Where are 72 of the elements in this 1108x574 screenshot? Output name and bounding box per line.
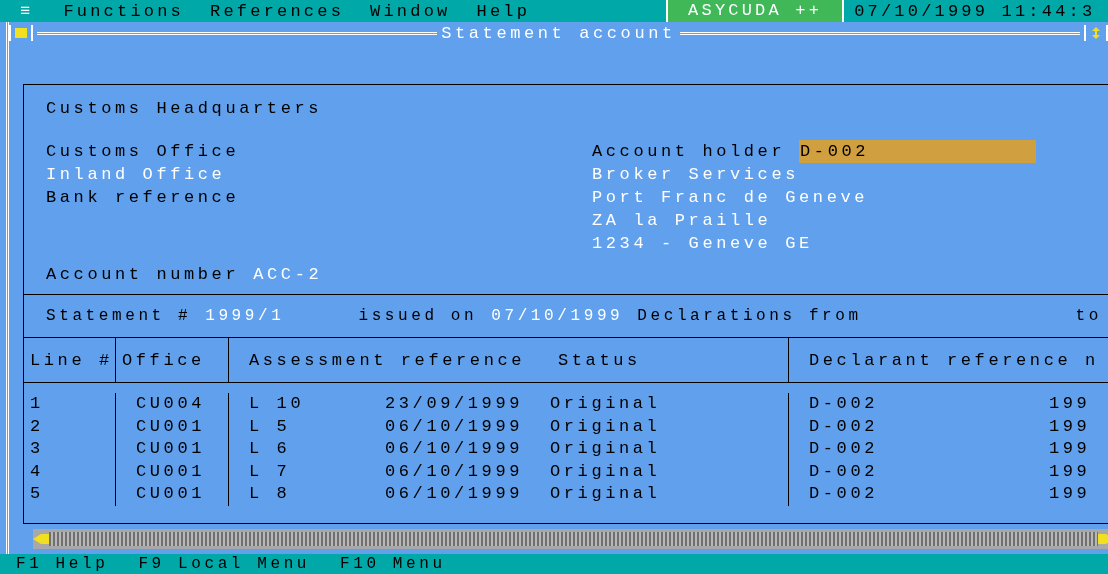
table-cell: Original (544, 393, 789, 416)
issued-label: issued on (358, 307, 478, 325)
table-cell: Original (544, 460, 789, 484)
declarations-label: Declarations from (637, 307, 862, 325)
table-cell: 1 (24, 393, 116, 416)
field-value: Inland Office (46, 164, 227, 186)
to-label: to (1075, 307, 1102, 325)
menu-item[interactable]: References (210, 1, 345, 21)
table-cell-text: 199 (1048, 460, 1092, 483)
table-cell: Original (544, 415, 789, 439)
window-title: Statement account (441, 23, 676, 43)
table-cell: CU001 (116, 460, 229, 484)
date-time: 07/10/1999 11:44:3 (853, 1, 1096, 21)
table-cell: CU001 (116, 483, 229, 506)
column-header: Declarant reference n (808, 349, 1100, 372)
table-cell-text: 199 (1048, 415, 1092, 438)
office-title: Customs Headquarters (46, 99, 324, 118)
menu-item[interactable]: Window (370, 1, 451, 21)
table-cell-text: 06/10/1999 (384, 483, 525, 506)
address-line: Port Franc de Geneve (592, 187, 870, 209)
app-name-badge: ASYCUDA ++ (666, 0, 845, 22)
field-label: Bank reference (46, 187, 241, 209)
column-header: Assessment reference (248, 349, 527, 372)
resize-icon[interactable] (1084, 25, 1108, 41)
table-cell-text: L 10 (248, 393, 306, 415)
table-cell: 2 (24, 415, 116, 439)
table-cell: Original (544, 483, 789, 506)
address-line: ZA la Praille (592, 210, 773, 232)
table-cell-text: 199 (1048, 438, 1092, 461)
field-label: Account holder (592, 142, 786, 161)
table-cell: 3 (24, 438, 116, 461)
menu-item[interactable]: Functions (63, 1, 185, 21)
table-cell-text: 199 (1048, 393, 1092, 415)
table-cell-text: 06/10/1999 (384, 415, 525, 438)
table-cell-text: L 6 (248, 438, 292, 461)
table-cell-text: D-002 (808, 483, 879, 506)
field-value: ACC-2 (253, 265, 323, 284)
field-label: Account number (46, 265, 240, 284)
table-cell-text: D-002 (808, 460, 879, 483)
table-cell-text: L 7 (248, 460, 292, 483)
statement-number: 1999/1 (205, 307, 285, 325)
statement-label: Statement # (46, 307, 192, 325)
column-header: Office (116, 338, 229, 382)
scroll-left-icon[interactable] (33, 533, 49, 545)
table-cell-text: 199 (1048, 483, 1092, 506)
function-key-hint[interactable]: F1 Help (16, 555, 109, 573)
function-key-hint[interactable]: F10 Menu (340, 555, 446, 573)
horizontal-scrollbar[interactable] (33, 529, 1108, 549)
table-cell: CU001 (116, 415, 229, 439)
table-cell: 4 (24, 460, 116, 484)
table-cell-text: D-002 (808, 415, 879, 438)
table-cell: Original (544, 438, 789, 461)
issued-date: 07/10/1999 (491, 307, 624, 325)
function-key-hint[interactable]: F9 Local Menu (138, 555, 311, 573)
menu-item[interactable]: Help (476, 1, 531, 21)
close-box-icon[interactable] (9, 25, 33, 41)
account-holder-field[interactable]: D-002 (799, 140, 1037, 163)
table-cell: CU004 (116, 393, 229, 416)
table-cell-text: 06/10/1999 (384, 460, 525, 483)
column-header: Status (544, 338, 789, 382)
address-line: Broker Services (592, 164, 801, 186)
table-cell-text: L 8 (248, 483, 292, 506)
table-cell-text: D-002 (808, 438, 879, 461)
table-cell: CU001 (116, 438, 229, 461)
table-cell-text: L 5 (248, 415, 292, 438)
table-cell: 5 (24, 483, 116, 506)
table-cell-text: 23/09/1999 (384, 393, 525, 415)
address-line: 1234 - Geneve GE (592, 233, 814, 255)
table-cell-text: D-002 (808, 393, 879, 415)
table-cell-text: 06/10/1999 (384, 438, 525, 461)
field-label: Customs Office (46, 141, 241, 163)
column-header: Line # (24, 338, 116, 382)
